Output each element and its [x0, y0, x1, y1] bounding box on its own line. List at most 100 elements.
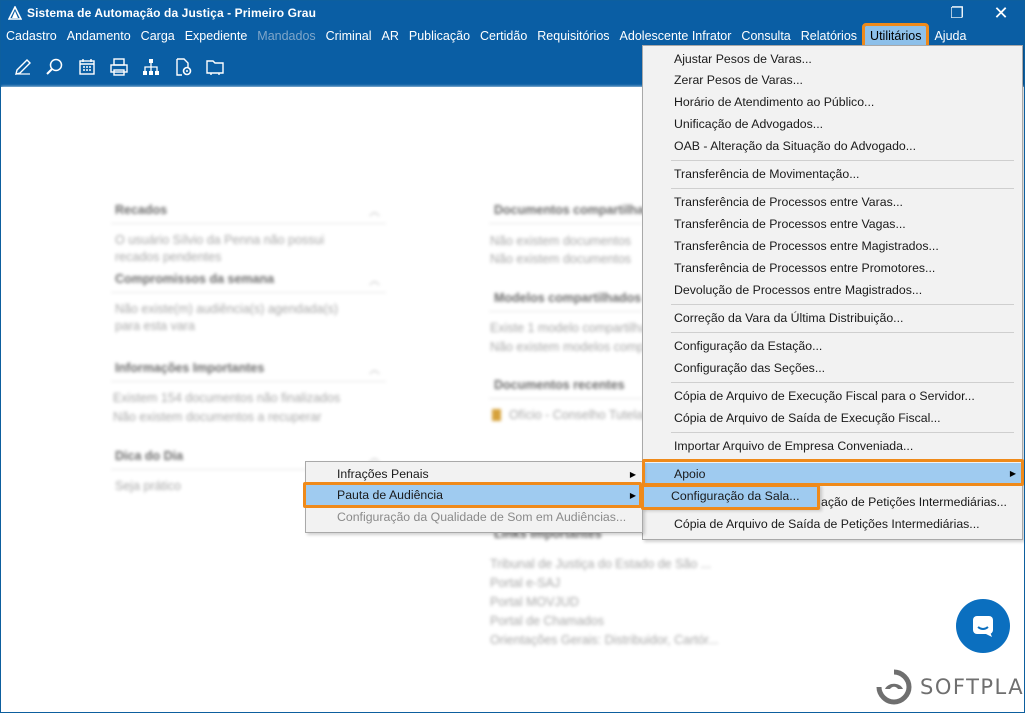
search-document-icon[interactable]	[39, 51, 71, 83]
menu-separator	[671, 460, 1014, 461]
calendar-icon[interactable]	[71, 51, 103, 83]
folder-icon[interactable]	[199, 51, 231, 83]
menu-relatorios[interactable]: Relatórios	[796, 26, 862, 46]
menu-item-oab-alteracao[interactable]: OAB - Alteração da Situação do Advogado.…	[643, 135, 1022, 157]
informacoes-text: Existem 154 documentos não finalizados	[113, 391, 341, 405]
divider	[489, 311, 642, 312]
divider	[489, 223, 642, 224]
link-item[interactable]: Orientações Gerais: Distribuidor, Cartór…	[490, 631, 719, 650]
dica-text: Seja prático	[115, 479, 182, 493]
menu-item-apoio[interactable]: Apoio ▶	[643, 463, 1022, 485]
menu-item-copia-saida-peticoes[interactable]: Cópia de Arquivo de Saída de Petições In…	[643, 513, 1022, 535]
menu-consulta[interactable]: Consulta	[736, 26, 795, 46]
menu-item-transf-vagas[interactable]: Transferência de Processos entre Vagas..…	[643, 213, 1022, 235]
menu-item-transf-magistrados[interactable]: Transferência de Processos entre Magistr…	[643, 235, 1022, 257]
submenu-item-config-qualidade-som: Configuração da Qualidade de Som em Audi…	[337, 510, 627, 524]
dica-title: Dica do Dia	[115, 449, 184, 463]
compromissos-title: Compromissos da semana	[115, 272, 275, 286]
menu-mandados: Mandados	[257, 29, 316, 43]
menu-andamento[interactable]: Andamento	[62, 26, 136, 46]
softplan-logo-icon	[876, 669, 912, 705]
menu-item-horario-atendimento[interactable]: Horário de Atendimento ao Público...	[643, 91, 1022, 113]
chat-icon	[973, 616, 993, 637]
docs-recentes-title: Documentos recentes	[494, 378, 625, 392]
title-bar: Sistema de Automação da Justiça - Primei…	[1, 1, 1024, 25]
apoio-submenu: Infrações Penais ▶ Pauta de Audiência ▶ …	[305, 461, 643, 533]
menu-ar[interactable]: AR	[377, 26, 404, 46]
menu-item-copia-saida-exec-fiscal[interactable]: Cópia de Arquivo de Saída de Execução Fi…	[643, 407, 1022, 429]
modelos-text: Existe 1 modelo compartilhado	[490, 321, 661, 335]
menu-separator	[671, 432, 1014, 433]
submenu-arrow-icon: ▶	[1009, 469, 1016, 478]
submenu-item-label: Pauta de Audiência	[337, 488, 443, 502]
menu-item-config-estacao[interactable]: Configuração da Estação...	[643, 335, 1022, 357]
menu-criminal[interactable]: Criminal	[321, 26, 377, 46]
submenu-arrow-icon: ▶	[629, 491, 636, 500]
menu-item-importar-empresa[interactable]: Importar Arquivo de Empresa Conveniada..…	[643, 435, 1022, 457]
compromissos-text: para esta vara	[115, 319, 195, 333]
menu-item-devolucao-magistrados[interactable]: Devolução de Processos entre Magistrados…	[643, 279, 1022, 301]
informacoes-title: Informações Importantes	[115, 361, 265, 375]
menu-separator	[671, 382, 1014, 383]
edit-icon[interactable]	[7, 51, 39, 83]
utilitarios-menu: Ajustar Pesos de Varas... Zerar Pesos de…	[642, 45, 1023, 540]
menu-item-zerar-pesos[interactable]: Zerar Pesos de Varas...	[643, 69, 1022, 91]
submenu-item-pauta-audiencia[interactable]: Pauta de Audiência ▶	[306, 485, 642, 506]
divider	[111, 223, 386, 224]
link-item[interactable]: Portal de Chamados	[490, 612, 604, 631]
hierarchy-icon[interactable]	[135, 51, 167, 83]
menu-publicacao[interactable]: Publicação	[404, 26, 475, 46]
recados-title: Recados	[115, 203, 168, 217]
menu-utilitarios[interactable]: Utilitários	[862, 23, 930, 49]
restore-button[interactable]: ❐	[934, 1, 980, 25]
recados-text: recados pendentes	[115, 250, 222, 264]
close-button[interactable]: ✕	[978, 1, 1024, 25]
submenu-arrow-icon: ▶	[629, 470, 636, 479]
brand-name: SOFTPLAN	[920, 675, 1025, 699]
submenu-item-infracoes-penais[interactable]: Infrações Penais ▶	[306, 464, 642, 485]
menu-carga[interactable]: Carga	[136, 26, 180, 46]
menu-item-config-secoes[interactable]: Configuração das Seções...	[643, 357, 1022, 379]
printer-icon[interactable]	[103, 51, 135, 83]
menu-item-correcao-vara[interactable]: Correção da Vara da Última Distribuição.…	[643, 307, 1022, 329]
menu-item-transf-varas[interactable]: Transferência de Processos entre Varas..…	[643, 191, 1022, 213]
collapse-icon[interactable]: ︿	[369, 361, 380, 377]
menu-item-ajustar-pesos[interactable]: Ajustar Pesos de Varas...	[643, 48, 1022, 70]
collapse-icon[interactable]: ︿	[369, 203, 380, 219]
menu-requisitorios[interactable]: Requisitórios	[532, 26, 614, 46]
link-item[interactable]: Tribunal de Justiça do Estado de São ...	[490, 555, 711, 574]
divider	[111, 381, 386, 382]
document-icon	[492, 409, 501, 421]
menu-item-apoio-label: Apoio	[674, 467, 706, 481]
menu-bar: Cadastro Andamento Carga Expediente Mand…	[1, 23, 1024, 49]
document-settings-icon[interactable]	[167, 51, 199, 83]
menu-separator	[671, 304, 1014, 305]
chat-button[interactable]	[956, 599, 1010, 653]
softplan-logo: SOFTPLAN	[876, 669, 1025, 705]
divider	[111, 292, 386, 293]
menu-expediente[interactable]: Expediente	[180, 26, 253, 46]
menu-item-transf-movimentacao[interactable]: Transferência de Movimentação...	[643, 163, 1022, 185]
menu-separator	[671, 332, 1014, 333]
menu-ajuda[interactable]: Ajuda	[929, 26, 971, 46]
app-logo-icon	[7, 5, 23, 21]
application-window: Sistema de Automação da Justiça - Primei…	[0, 0, 1025, 713]
menu-certidao[interactable]: Certidão	[475, 26, 532, 46]
menu-cadastro[interactable]: Cadastro	[1, 26, 62, 46]
informacoes-text: Não existem documentos a recuperar	[113, 410, 322, 424]
link-item[interactable]: Portal MOVJUD	[490, 593, 579, 612]
link-item[interactable]: Portal e-SAJ	[490, 574, 560, 593]
collapse-icon[interactable]: ︿	[369, 272, 380, 288]
pauta-submenu: Configuração da Sala...	[642, 484, 820, 509]
menu-adolescente-infrator[interactable]: Adolescente Infrator	[615, 26, 737, 46]
submenu-item-config-sala[interactable]: Configuração da Sala...	[643, 486, 819, 507]
docs-compartilhados-text: Não existem documentos	[490, 252, 632, 266]
menu-item-copia-exec-fiscal-servidor[interactable]: Cópia de Arquivo de Execução Fiscal para…	[643, 385, 1022, 407]
menu-item-transf-promotores[interactable]: Transferência de Processos entre Promoto…	[643, 257, 1022, 279]
menu-item-unificacao-advogados[interactable]: Unificação de Advogados...	[643, 113, 1022, 135]
menu-separator	[671, 188, 1014, 189]
submenu-item-label: Infrações Penais	[337, 467, 429, 481]
modelos-title: Modelos compartilhados	[494, 291, 642, 305]
window-title: Sistema de Automação da Justiça - Primei…	[27, 6, 317, 20]
docs-compartilhados-title: Documentos compartilhados	[494, 203, 667, 217]
